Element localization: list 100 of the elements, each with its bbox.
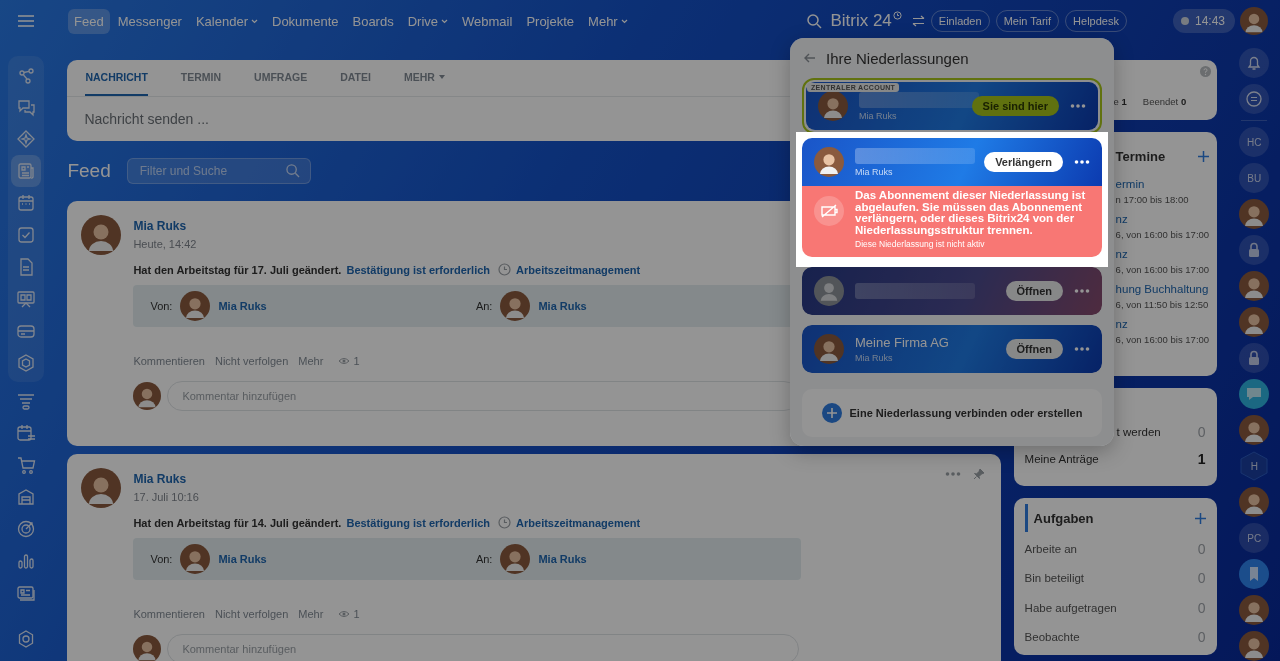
composer-tab[interactable]: UMFRAGE [254,60,308,96]
pin-icon[interactable] [972,468,985,480]
event-link[interactable]: nz [1115,213,1209,225]
more-icon[interactable] [1074,287,1090,294]
action-link[interactable]: Nicht verfolgen [214,355,289,367]
account-button[interactable]: Sie sind hier [971,96,1059,116]
bookmark-icon[interactable] [1239,559,1270,589]
user-link[interactable]: Mia Ruks [218,553,267,565]
target-icon [15,519,36,539]
composer-tab[interactable]: MEHR [403,60,445,96]
user-link[interactable]: Mia Ruks [538,300,587,312]
stat-label: Beendet 0 [1142,96,1187,107]
add-icon[interactable] [1197,150,1209,162]
account-card[interactable]: Öffnen [802,266,1102,315]
nav-tab[interactable]: Webmail [456,8,519,34]
nav-tab[interactable]: Kalender [189,8,264,34]
user-link[interactable]: Mia Ruks [538,553,587,565]
more-icon[interactable] [1070,103,1086,109]
nav-tab[interactable]: Drive [401,8,455,34]
post-time: 17. Juli 10:16 [133,491,199,503]
post-text: Hat den Arbeitstag für 17. Juli geändert. [133,263,342,276]
presentation-icon [15,289,36,309]
nav-tab[interactable]: Messenger [111,8,188,34]
author-link[interactable]: Mia Ruks [133,219,187,233]
avatar [180,544,211,574]
composer-tab[interactable]: NACHRICHT [85,60,148,96]
post-text: Hat den Arbeitstag für 14. Juli geändert. [133,516,342,529]
avatar [1239,271,1270,301]
nav-tab[interactable]: Mehr [582,8,634,34]
caret-icon [441,18,449,24]
menu-icon[interactable] [18,15,34,27]
account-button[interactable]: Öffnen [1005,338,1063,359]
account-owner: Mia Ruks [859,110,898,121]
status-link[interactable]: Bestätigung ist erforderlich [346,516,491,529]
more-icon[interactable] [1074,159,1090,165]
add-branch-button[interactable]: Eine Niederlassung verbinden oder erstellen [802,388,1102,437]
bar-chart-icon [15,551,36,571]
avatar [814,275,844,306]
nav-tab[interactable]: Dokumente [266,8,345,34]
add-icon[interactable] [1194,512,1206,524]
list-label[interactable]: t werden [1116,426,1161,438]
event-link[interactable]: nz [1115,318,1209,330]
plus-icon [821,402,842,423]
nav-tab[interactable]: Projekte [520,8,581,34]
popup-title: Ihre Niederlassungen [826,49,969,67]
action-link[interactable]: Mehr [298,355,324,367]
card-title: Termine [1115,148,1166,164]
event-link[interactable]: hung Buchhaltung [1115,283,1209,295]
more-icon[interactable] [1074,345,1090,352]
back-icon[interactable] [804,53,816,63]
action-link[interactable]: Mehr [298,608,324,620]
account-button[interactable]: Öffnen [1005,280,1063,301]
avatar [133,635,162,661]
help-icon[interactable] [1199,66,1211,77]
stat-label: e 1 [1113,96,1127,107]
avatar [1239,487,1270,517]
event-link[interactable]: ermin [1115,178,1209,190]
event-time: 6, von 16:00 bis 17:00 [1115,264,1210,275]
author-link[interactable]: Mia Ruks [133,472,187,486]
logo[interactable]: Bitrix 24 [830,11,892,31]
avatar [1239,307,1270,337]
chat-icon[interactable] [1239,379,1270,409]
sparkle-icon [15,129,36,149]
newspaper-icon [15,161,36,181]
search-icon[interactable] [807,13,823,29]
action-link[interactable]: Kommentieren [133,608,205,620]
post-time: Heute, 14:42 [133,238,197,250]
card-title: Aufgaben [1033,510,1094,526]
composer-tab[interactable]: DATEI [340,60,371,96]
view-count: 1 [353,355,360,367]
nav-tab[interactable]: Boards [346,8,400,34]
id-card-icon [15,583,36,603]
swap-icon[interactable] [911,15,925,27]
warning-text: Das Abonnement dieser Niederlassung ist abgelaufen. Sie müssen das Abonnement verlängern, oder dieses Bitrix24 von der Niederlassungsstruktur trennen. [855,190,1087,237]
account-card[interactable]: Meine Firma AG Mia Ruks Öffnen [802,324,1102,373]
avatar [81,215,122,255]
module-link[interactable]: Arbeitszeitmanagement [516,263,641,276]
event-time: 6, von 11:50 bis 12:50 [1115,299,1209,310]
account-card[interactable] [802,138,1102,257]
list-label[interactable]: Bin beteiligt [1024,572,1085,585]
list-label[interactable]: Meine Anträge [1024,453,1099,465]
action-link[interactable]: Kommentieren [133,355,205,367]
status-note: Diese Niederlassung ist nicht aktiv [855,238,986,249]
module-link[interactable]: Arbeitszeitmanagement [516,516,641,529]
clock-icon [892,11,902,20]
clock-icon [498,516,512,529]
list-label[interactable]: Habe aufgetragen [1024,601,1117,614]
event-link[interactable]: nz [1115,248,1209,260]
action-link[interactable]: Nicht verfolgen [214,608,289,620]
avatar [814,147,844,177]
eye-icon [338,357,351,365]
clock-icon [498,263,512,276]
account-button[interactable]: Verlängern [984,152,1063,172]
list-label[interactable]: Beobachte [1024,631,1080,644]
composer-tab[interactable]: TERMIN [180,60,222,96]
user-link[interactable]: Mia Ruks [218,300,267,312]
list-label[interactable]: Arbeite an [1024,542,1078,555]
status-link[interactable]: Bestätigung ist erforderlich [346,263,491,276]
avatar [814,333,844,364]
account-owner: Mia Ruks [855,166,894,177]
